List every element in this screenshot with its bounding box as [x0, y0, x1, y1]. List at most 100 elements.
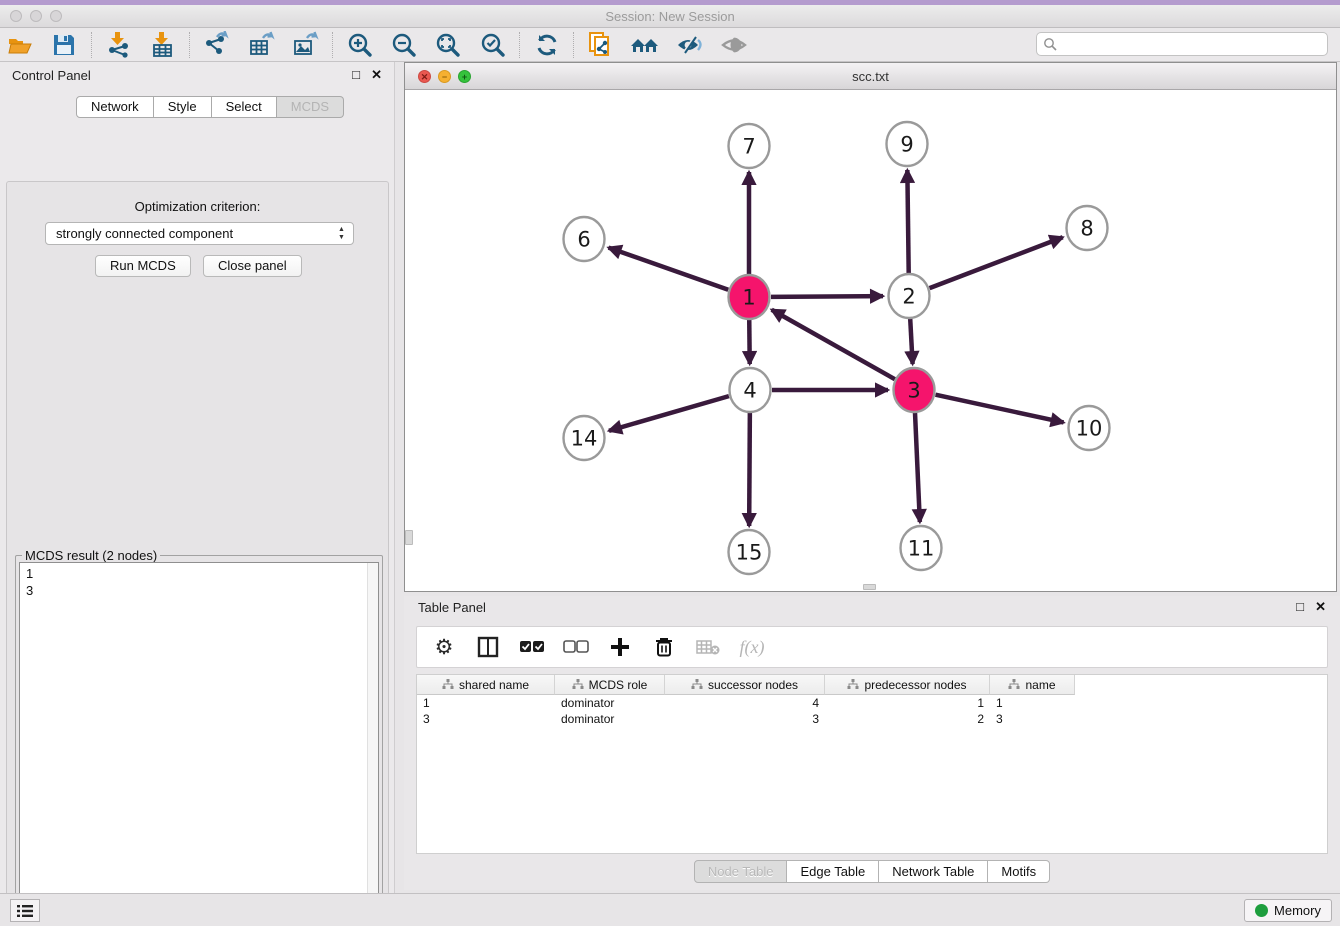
result-scrollbar[interactable]: [367, 563, 378, 926]
select-all-rows-icon[interactable]: [517, 632, 547, 662]
tab-network[interactable]: Network: [76, 96, 154, 118]
tab-node-table[interactable]: Node Table: [694, 860, 788, 883]
zoom-in-button[interactable]: [340, 28, 380, 61]
cell-predecessor_nodes: 2: [825, 711, 990, 727]
edge-3-10[interactable]: [935, 395, 1063, 423]
edge-4-14[interactable]: [609, 396, 729, 431]
graph-node-1[interactable]: 1: [729, 275, 770, 319]
export-network-icon: [203, 31, 230, 58]
column-header-successor_nodes[interactable]: successor nodes: [665, 675, 825, 695]
column-header-predecessor_nodes[interactable]: predecessor nodes: [825, 675, 990, 695]
deselect-all-rows-icon[interactable]: [561, 632, 591, 662]
network-canvas[interactable]: 7 9 6 8 1 2 4 3 14 10 15 11: [405, 90, 1336, 591]
control-panel: Control Panel □ ✕ NetworkStyleSelectMCDS…: [0, 62, 395, 893]
mcds-result-values: 1 3: [26, 565, 33, 599]
save-session-button[interactable]: [44, 28, 84, 61]
tab-motifs[interactable]: Motifs: [988, 860, 1050, 883]
table-row[interactable]: 1dominator411: [417, 695, 1327, 711]
settings-gear-icon[interactable]: ⚙: [429, 632, 459, 662]
close-panel-button[interactable]: Close panel: [203, 255, 302, 277]
tab-mcds[interactable]: MCDS: [277, 96, 344, 118]
column-header-shared_name[interactable]: shared name: [417, 675, 555, 695]
network-window-titlebar[interactable]: ✕ − + scc.txt: [405, 63, 1336, 90]
import-network-button[interactable]: [98, 28, 138, 61]
edge-2-9[interactable]: [907, 170, 908, 274]
optimization-criterion-dropdown[interactable]: strongly connected component ▲▼: [45, 222, 354, 245]
tab-network-table[interactable]: Network Table: [879, 860, 988, 883]
tab-edge-table[interactable]: Edge Table: [787, 860, 879, 883]
delete-row-icon[interactable]: [649, 632, 679, 662]
graph-node-4[interactable]: 4: [730, 368, 771, 412]
export-table-button[interactable]: [241, 28, 281, 61]
search-input[interactable]: [1036, 32, 1328, 56]
open-file-button[interactable]: [0, 28, 40, 61]
cell-shared_name: 1: [417, 695, 555, 711]
column-hierarchy-icon: [572, 679, 584, 690]
graph-node-11[interactable]: 11: [901, 526, 942, 570]
table-row[interactable]: 3dominator323: [417, 711, 1327, 727]
edge-3-11[interactable]: [915, 412, 920, 522]
memory-button[interactable]: Memory: [1244, 899, 1332, 922]
import-table-button[interactable]: [143, 28, 183, 61]
add-row-icon[interactable]: [605, 632, 635, 662]
zoom-out-button[interactable]: [384, 28, 424, 61]
close-panel-icon[interactable]: ✕: [1315, 599, 1326, 615]
float-panel-icon[interactable]: □: [352, 67, 360, 82]
graph-node-3[interactable]: 3: [894, 368, 935, 412]
hide-graphics-details-button[interactable]: [670, 28, 710, 61]
graph-node-14[interactable]: 14: [564, 416, 605, 460]
edge-1-6[interactable]: [609, 248, 729, 290]
run-mcds-button[interactable]: Run MCDS: [95, 255, 191, 277]
import-network-icon: [105, 31, 132, 58]
refresh-layout-button[interactable]: [527, 28, 567, 61]
edge-3-1[interactable]: [772, 310, 895, 379]
zoom-out-icon: [391, 32, 417, 58]
table-toolbar: ⚙ f(x): [416, 626, 1328, 668]
graph-node-6[interactable]: 6: [564, 217, 605, 261]
status-bar: Memory: [0, 893, 1340, 926]
show-preview-button[interactable]: [714, 28, 754, 61]
search-icon: [1043, 37, 1057, 51]
memory-label: Memory: [1274, 903, 1321, 918]
column-header-mcds_role[interactable]: MCDS role: [555, 675, 665, 695]
graph-node-8[interactable]: 8: [1067, 206, 1108, 250]
tab-style[interactable]: Style: [154, 96, 212, 118]
task-history-button[interactable]: [10, 899, 40, 922]
clone-network-button[interactable]: [581, 28, 621, 61]
network-graph[interactable]: 7 9 6 8 1 2 4 3 14 10 15 11: [405, 90, 1336, 591]
edge-1-2[interactable]: [771, 296, 883, 297]
home-neighborhood-button[interactable]: [625, 28, 665, 61]
graph-node-7[interactable]: 7: [729, 124, 770, 168]
node-table[interactable]: shared nameMCDS rolesuccessor nodesprede…: [416, 674, 1328, 854]
column-layout-icon[interactable]: [473, 632, 503, 662]
graph-node-10[interactable]: 10: [1069, 406, 1110, 450]
node-label: 2: [902, 285, 915, 309]
export-network-button[interactable]: [197, 28, 237, 61]
network-view-window: ✕ − + scc.txt 7 9 6 8 1 2 4 3 14 10 15 11: [404, 62, 1337, 592]
toolbar-separator: [519, 32, 520, 58]
horizontal-scrollbar-thumb[interactable]: [863, 584, 876, 590]
window-title: Session: New Session: [0, 9, 1340, 24]
edge-2-8[interactable]: [930, 237, 1063, 288]
control-panel-tabs: NetworkStyleSelectMCDS: [76, 96, 344, 118]
zoom-fit-button[interactable]: [428, 28, 468, 61]
vertical-scrollbar-thumb[interactable]: [405, 530, 413, 545]
mcds-result-textarea[interactable]: 1 3: [19, 562, 379, 926]
dropdown-value: strongly connected component: [56, 226, 233, 241]
cell-predecessor_nodes: 1: [825, 695, 990, 711]
zoom-selected-button[interactable]: [473, 28, 513, 61]
edge-2-3[interactable]: [910, 318, 912, 364]
export-image-button[interactable]: [286, 28, 326, 61]
node-label: 6: [577, 228, 590, 252]
main-titlebar[interactable]: Session: New Session: [0, 5, 1340, 28]
float-panel-icon[interactable]: □: [1296, 599, 1304, 614]
close-panel-icon[interactable]: ✕: [371, 67, 382, 83]
graph-node-15[interactable]: 15: [729, 530, 770, 574]
eye-slash-icon: [676, 32, 704, 58]
graph-node-9[interactable]: 9: [887, 122, 928, 166]
node-label: 10: [1076, 417, 1103, 441]
graph-node-2[interactable]: 2: [889, 274, 930, 318]
tab-select[interactable]: Select: [212, 96, 277, 118]
edge-4-15[interactable]: [749, 412, 750, 526]
column-header-name[interactable]: name: [990, 675, 1075, 695]
